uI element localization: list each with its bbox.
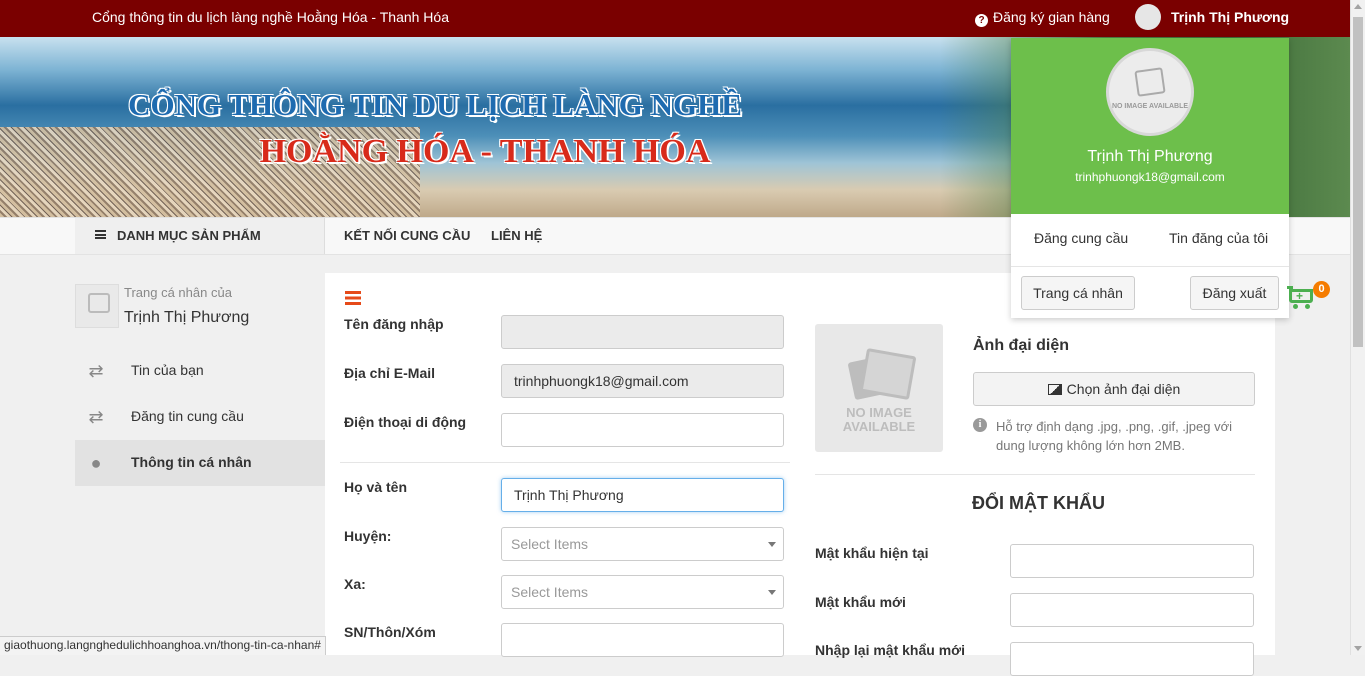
password-section-title: ĐỔI MẬT KHẨU: [972, 493, 1105, 513]
user-dropdown-email: trinhphuongk18@gmail.com: [1075, 170, 1225, 184]
image-placeholder-icon: [88, 293, 110, 313]
scroll-down-icon[interactable]: [1354, 646, 1362, 651]
sidebar-avatar: [75, 284, 119, 328]
district-label: Huyện:: [344, 528, 392, 544]
email-field[interactable]: [501, 364, 784, 398]
image-placeholder-icon: [859, 347, 917, 401]
upload-support-text: Hỗ trợ định dạng .jpg, .png, .gif, .jpeg…: [996, 419, 1233, 453]
sidebar-item-personal-info[interactable]: ● Thông tin cá nhân: [75, 440, 325, 486]
register-shop-label: Đăng ký gian hàng: [993, 9, 1110, 25]
category-menu-button[interactable]: DANH MỤC SẢN PHẨM: [75, 218, 325, 254]
cart-count-badge: 0: [1313, 281, 1330, 298]
menu-toggle-icon[interactable]: [345, 291, 361, 305]
sidebar-item-label: Đăng tin cung cầu: [131, 408, 244, 424]
list-icon: [95, 230, 106, 239]
picture-icon: [1047, 384, 1062, 395]
choose-avatar-label: Chọn ảnh đại diện: [1066, 381, 1181, 397]
shuffle-icon: ⇄: [88, 407, 104, 427]
no-image-text: NO IMAGE AVAILABLE: [842, 405, 916, 434]
category-menu-label: DANH MỤC SẢN PHẨM: [117, 228, 261, 243]
avatar-section-title: Ảnh đại diện: [973, 337, 1069, 354]
scrollbar-thumb[interactable]: [1353, 17, 1363, 347]
shuffle-icon: ⇄: [88, 361, 104, 381]
question-icon: ?: [975, 14, 988, 27]
cart-wheel: [1293, 304, 1298, 309]
sidebar-item-post-supply-demand[interactable]: ⇄ Đăng tin cung cầu: [75, 394, 325, 440]
commune-select[interactable]: Select Items: [501, 575, 784, 609]
section-divider: [815, 474, 1255, 475]
choose-avatar-button[interactable]: Chọn ảnh đại diện: [973, 372, 1255, 406]
user-avatar-large: NO IMAGE AVAILABLE: [1106, 48, 1194, 136]
caret-down-icon: [768, 542, 776, 547]
email-label: Địa chỉ E-Mail: [344, 365, 436, 381]
user-icon: ●: [90, 453, 102, 473]
post-supply-demand-link[interactable]: Đăng cung cầu: [1034, 230, 1128, 246]
caret-down-icon: [768, 590, 776, 595]
cart-wheel: [1305, 304, 1310, 309]
nav-item-contact[interactable]: LIÊN HỆ: [491, 228, 542, 243]
sidebar-owner-name: Trịnh Thị Phương: [124, 309, 250, 326]
page-scrollbar[interactable]: [1350, 0, 1365, 655]
no-image-placeholder: NO IMAGE AVAILABLE: [815, 324, 943, 452]
sidebar-owner-label: Trang cá nhân của: [124, 285, 232, 300]
status-url: giaothuong.langnghedulichhoanghoa.vn/tho…: [0, 636, 326, 655]
address-field[interactable]: [501, 623, 784, 657]
new-password-field[interactable]: [1010, 593, 1254, 627]
image-placeholder-icon: [1134, 67, 1166, 97]
username-field[interactable]: [501, 315, 784, 349]
sidebar-item-label: Tin của bạn: [131, 362, 204, 378]
current-password-label: Mật khẩu hiện tại: [815, 545, 929, 561]
nav-item-supply-demand[interactable]: KẾT NỐI CUNG CẦU: [344, 228, 470, 243]
scroll-up-icon[interactable]: [1354, 4, 1362, 9]
confirm-password-label: Nhập lại mật khẩu mới: [815, 642, 965, 658]
user-dropdown-name: Trịnh Thị Phương: [1087, 148, 1213, 165]
my-posts-link[interactable]: Tin đăng của tôi: [1169, 230, 1268, 246]
cart-button[interactable]: + 0: [1287, 281, 1330, 313]
phone-label: Điện thoại di động: [344, 414, 467, 430]
profile-button[interactable]: Trang cá nhân: [1021, 276, 1135, 310]
register-shop-link[interactable]: ? Đăng ký gian hàng: [975, 9, 1110, 27]
sidebar-item-your-posts[interactable]: ⇄ Tin của bạn: [75, 348, 325, 394]
site-title: Cổng thông tin du lịch làng nghề Hoằng H…: [92, 9, 449, 25]
top-bar: Cổng thông tin du lịch làng nghề Hoằng H…: [0, 0, 1350, 37]
current-password-field[interactable]: [1010, 544, 1254, 578]
form-divider: [340, 462, 790, 463]
confirm-password-field[interactable]: [1010, 642, 1254, 676]
commune-placeholder: Select Items: [511, 584, 589, 600]
new-password-label: Mật khẩu mới: [815, 594, 906, 610]
no-image-text: NO IMAGE AVAILABLE: [1111, 103, 1189, 110]
user-dropdown: NO IMAGE AVAILABLE Trịnh Thị Phương trin…: [1011, 38, 1289, 318]
dropdown-divider: [1011, 266, 1289, 267]
district-select[interactable]: Select Items: [501, 527, 784, 561]
logout-button[interactable]: Đăng xuất: [1190, 276, 1279, 310]
district-placeholder: Select Items: [511, 536, 589, 552]
sidebar-item-label: Thông tin cá nhân: [131, 454, 252, 470]
fullname-label: Họ và tên: [344, 479, 408, 495]
address-label: SN/Thôn/Xóm: [344, 624, 436, 640]
avatar[interactable]: [1135, 4, 1161, 30]
username-label: Tên đăng nhập: [344, 316, 444, 332]
plus-icon: +: [1296, 289, 1304, 303]
fullname-field[interactable]: [501, 478, 784, 512]
user-name-link[interactable]: Trịnh Thị Phương: [1171, 9, 1289, 25]
info-icon: i: [973, 418, 987, 432]
commune-label: Xa:: [344, 576, 366, 592]
phone-field[interactable]: [501, 413, 784, 447]
